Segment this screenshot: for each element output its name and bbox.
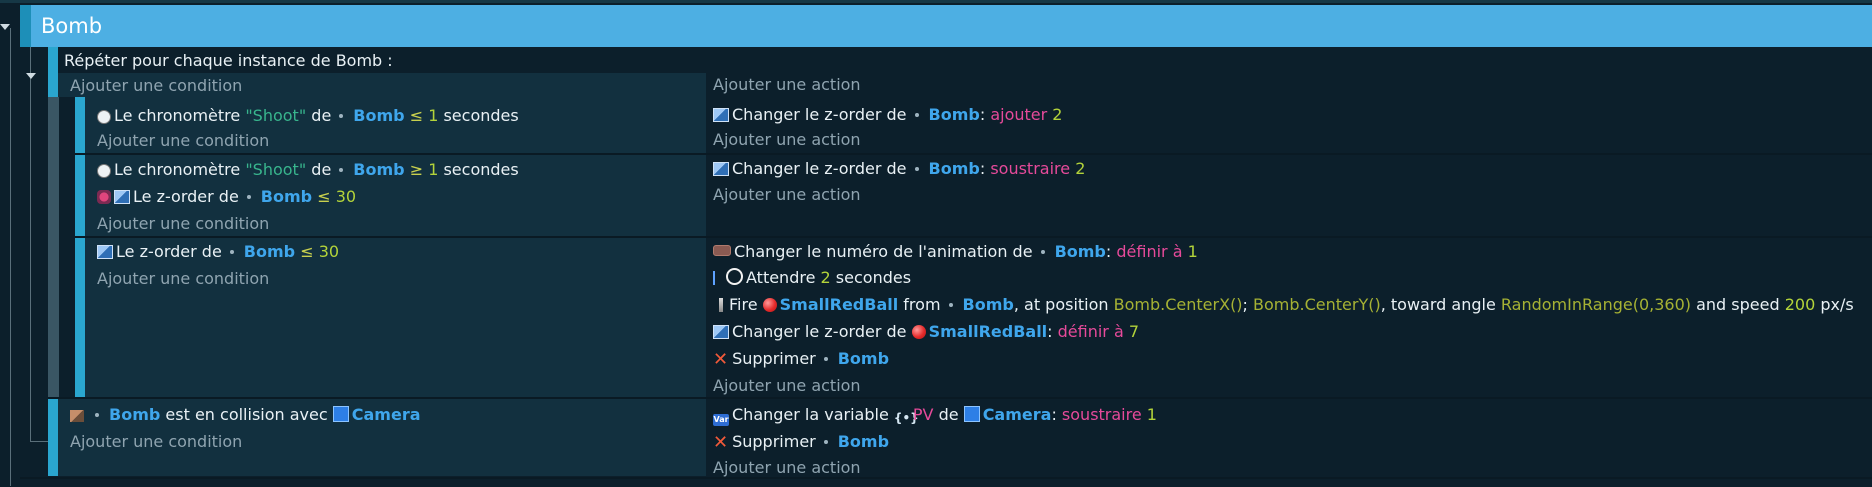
z-order-icon (114, 190, 130, 204)
add-action-link[interactable]: Ajouter une action (713, 375, 861, 397)
object-icon (914, 112, 919, 117)
clock-icon (97, 164, 111, 178)
action-row[interactable]: ✕ Supprimer Bomb (713, 431, 889, 454)
object-icon (948, 302, 953, 307)
clock-icon (97, 110, 111, 124)
event-separator (20, 477, 1872, 479)
collapse-arrow-icon[interactable] (26, 73, 36, 79)
action-row[interactable]: Attendre 2 secondes (713, 267, 911, 289)
invert-icon (97, 190, 111, 204)
action-row[interactable]: Changer le z-order de Bomb: ajouter 2 (713, 104, 1062, 126)
add-action-link[interactable]: Ajouter une action (713, 184, 861, 206)
action-row[interactable]: Changer le z-order de SmallRedBall: défi… (713, 321, 1139, 343)
z-order-icon (713, 162, 729, 176)
tree-line (0, 0, 1872, 3)
add-condition-link[interactable]: Ajouter une condition (70, 431, 242, 453)
structure-variable-icon: {•} (893, 411, 919, 425)
camera-icon (332, 406, 349, 422)
repeat-label: Répéter pour chaque instance de Bomb : (64, 51, 393, 70)
add-action-link[interactable]: Ajouter une action (713, 74, 861, 96)
delete-icon: ✕ (713, 349, 729, 370)
stopwatch-icon (726, 268, 743, 285)
condition-row[interactable]: Le z-order de Bomb ≤ 30 (97, 186, 356, 208)
z-order-icon (97, 245, 113, 259)
condition-row[interactable]: Le chronomètre "Shoot" de Bomb ≥ 1 second… (97, 159, 519, 181)
fire-bullet-icon (719, 298, 723, 312)
action-row[interactable]: Var Changer la variable {•}PV de Camera: … (713, 404, 1157, 426)
event-bar[interactable] (48, 47, 58, 97)
action-row[interactable]: Changer le z-order de Bomb: soustraire 2 (713, 158, 1085, 180)
object-icon (914, 166, 919, 171)
object-icon (339, 113, 344, 118)
condition-row[interactable]: Le z-order de Bomb ≤ 30 (97, 241, 339, 263)
camera-icon (963, 406, 980, 422)
action-row[interactable]: Changer le numéro de l'animation de Bomb:… (713, 241, 1198, 263)
group-header-strip (20, 5, 31, 47)
object-icon (823, 439, 828, 444)
action-row[interactable]: ✕ Supprimer Bomb (713, 348, 889, 371)
variable-icon: Var (713, 414, 729, 426)
tree-line (30, 441, 48, 442)
async-icon (713, 271, 723, 285)
add-action-link[interactable]: Ajouter une action (713, 129, 861, 151)
delete-icon: ✕ (713, 432, 729, 453)
object-icon (95, 412, 99, 417)
animation-icon (713, 245, 731, 256)
collision-icon (70, 410, 84, 422)
z-order-icon (713, 325, 729, 339)
z-order-icon (713, 108, 729, 122)
object-icon (246, 194, 251, 199)
add-condition-link[interactable]: Ajouter une condition (97, 213, 269, 235)
add-condition-link[interactable]: Ajouter une condition (70, 75, 242, 97)
collapse-arrow-icon[interactable] (0, 24, 10, 30)
add-condition-link[interactable]: Ajouter une condition (97, 130, 269, 152)
object-icon (1040, 249, 1045, 254)
condition-row[interactable]: Bomb est en collision avec Camera (70, 404, 421, 426)
event-bar[interactable] (75, 97, 85, 153)
event-bar[interactable] (48, 399, 58, 476)
small-red-ball-icon (762, 298, 777, 312)
small-red-ball-icon (911, 325, 926, 339)
action-row[interactable]: Fire SmallRedBall from Bomb, at position … (713, 294, 1854, 316)
add-action-link[interactable]: Ajouter une action (713, 457, 861, 479)
object-icon (339, 167, 344, 172)
add-condition-link[interactable]: Ajouter une condition (97, 268, 269, 290)
event-bar[interactable] (75, 155, 85, 236)
condition-row[interactable]: Le chronomètre "Shoot" de Bomb ≤ 1 second… (97, 105, 519, 127)
tree-line (30, 47, 31, 441)
group-header[interactable] (20, 5, 1872, 47)
object-icon (229, 249, 234, 254)
event-bar[interactable] (75, 238, 85, 397)
event-border (48, 97, 59, 399)
group-title: Bomb (41, 14, 103, 38)
tree-line (10, 28, 11, 486)
object-icon (823, 356, 828, 361)
